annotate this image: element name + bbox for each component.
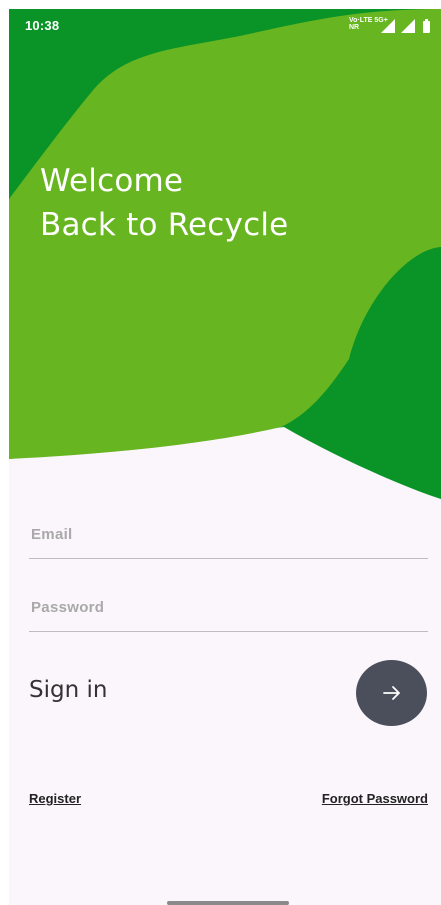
battery-icon (423, 19, 430, 33)
arrow-right-icon (382, 686, 400, 700)
register-link[interactable]: Register (29, 791, 81, 806)
forgot-password-link[interactable]: Forgot Password (322, 791, 428, 806)
status-time: 10:38 (25, 18, 60, 33)
background-shapes (9, 9, 441, 499)
email-input[interactable] (29, 525, 432, 544)
password-field (29, 581, 432, 632)
welcome-line-2: Back to Recycle (40, 207, 289, 243)
email-field (29, 508, 432, 559)
status-icons (381, 19, 430, 33)
sign-in-label: Sign in (29, 677, 108, 703)
sign-in-button[interactable] (356, 660, 427, 726)
password-input[interactable] (29, 598, 432, 617)
welcome-line-1: Welcome (40, 163, 184, 199)
signal-icon (401, 19, 415, 33)
login-screen: 10:38 Vo·LTE 5G+ NR Welcome Back to Recy… (9, 9, 441, 905)
signal-icon (381, 19, 395, 33)
home-indicator (167, 901, 289, 905)
welcome-heading: Welcome Back to Recycle (40, 159, 288, 247)
status-bar: 10:38 Vo·LTE 5G+ NR (9, 9, 441, 43)
